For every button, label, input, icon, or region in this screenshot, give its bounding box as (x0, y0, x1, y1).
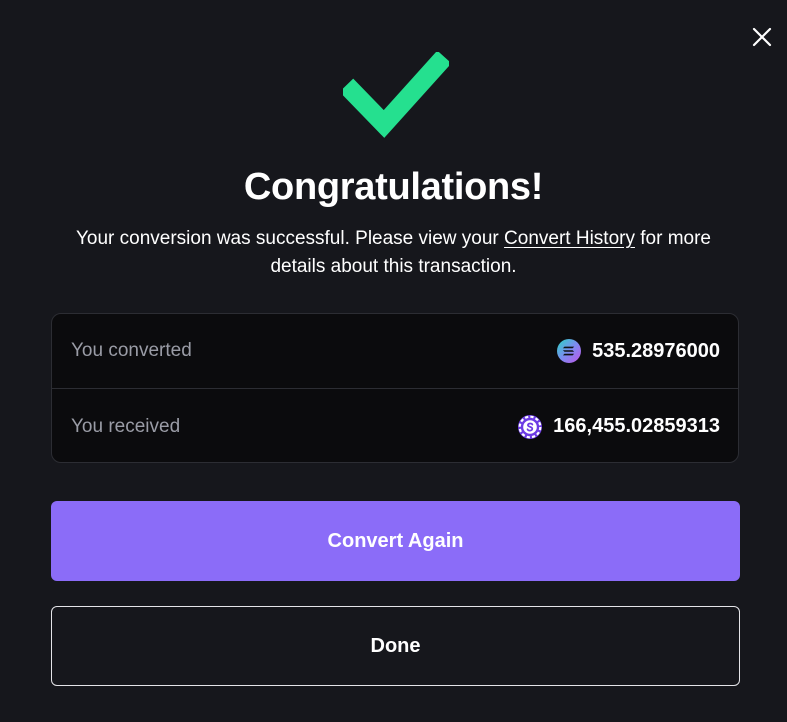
converted-value: 535.28976000 (557, 339, 720, 363)
purple-s-token-icon (518, 414, 543, 439)
success-message: Your conversion was successful. Please v… (60, 225, 727, 281)
received-amount: 166,455.02859313 (553, 415, 720, 437)
received-value: 166,455.02859313 (518, 414, 720, 439)
checkmark-icon (343, 52, 449, 138)
received-row: You received 166,455.02859313 (52, 389, 738, 464)
message-text-before: Your conversion was successful. Please v… (75, 228, 505, 249)
conversion-summary: You converted 535.28976000 You received … (51, 313, 739, 463)
received-label: You received (71, 415, 181, 437)
done-button[interactable]: Done (51, 606, 740, 686)
dialog-title: Congratulations! (243, 166, 544, 208)
close-button[interactable] (750, 25, 774, 49)
converted-label: You converted (71, 340, 192, 361)
solana-token-icon (557, 339, 582, 363)
convert-again-button[interactable]: Convert Again (51, 501, 740, 581)
close-icon (752, 27, 772, 47)
converted-row: You converted 535.28976000 (52, 314, 738, 389)
converted-amount: 535.28976000 (592, 339, 720, 362)
convert-history-link[interactable]: Convert History (504, 228, 635, 249)
conversion-success-dialog: Congratulations! Your conversion was suc… (0, 0, 787, 722)
